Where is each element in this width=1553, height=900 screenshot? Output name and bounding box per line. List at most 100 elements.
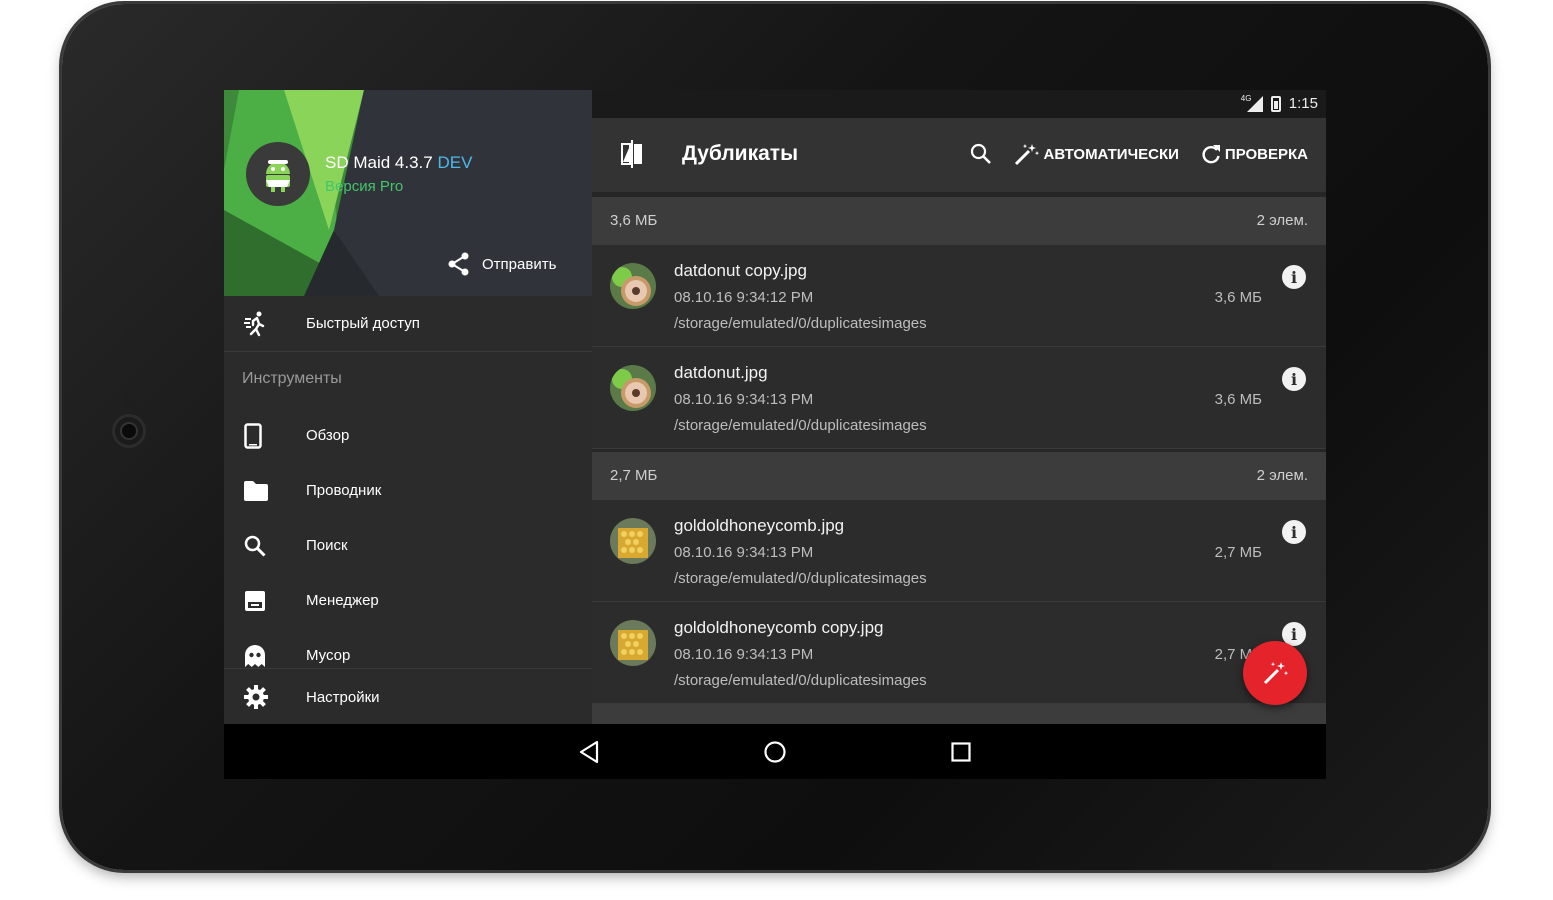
duplicate-file-row[interactable]: goldoldhoneycomb.jpg 08.10.16 9:34:13 PM… [592, 500, 1326, 602]
duplicate-file-row[interactable]: datdonut.jpg 08.10.16 9:34:13 PM /storag… [592, 347, 1326, 449]
file-size: 3,6 МБ [1214, 391, 1262, 408]
group-count: 2 элем. [1256, 467, 1308, 484]
back-button[interactable] [575, 738, 603, 766]
drawer-item-label: Поиск [306, 537, 348, 554]
quick-access-item[interactable]: Быстрый доступ [224, 296, 592, 352]
status-bar: 4G 1:15 [592, 90, 1326, 118]
file-date: 08.10.16 9:34:13 PM [674, 646, 814, 663]
tools-list: Обзор Проводник Поиск Менеджер Мусор [224, 408, 592, 683]
file-name: goldoldhoneycomb copy.jpg [674, 618, 884, 637]
duplicates-tool-button[interactable] [620, 140, 644, 173]
quick-access-label: Быстрый доступ [306, 315, 420, 332]
magic-wand-icon [1263, 662, 1289, 685]
gear-icon [244, 685, 268, 709]
duplicates-icon [621, 140, 642, 168]
running-man-icon [244, 311, 265, 336]
android-maid-icon [266, 160, 290, 192]
back-triangle-icon [579, 740, 599, 764]
donut-thumbnail-image [610, 365, 656, 411]
folder-icon [244, 480, 268, 501]
drawer-item-label: Проводник [306, 482, 382, 499]
drawer-item-search[interactable]: Поиск [224, 518, 592, 573]
info-icon: i [1290, 267, 1298, 287]
front-camera [112, 414, 146, 448]
magic-wand-icon [1014, 144, 1039, 166]
file-thumbnail [610, 518, 656, 564]
honeycomb-thumbnail-image [610, 620, 656, 666]
file-date: 08.10.16 9:34:13 PM [674, 544, 814, 561]
home-button[interactable] [761, 738, 789, 766]
system-navigation-bar [224, 724, 1326, 779]
duplicates-screen: Дубликаты АВТОМАТИЧЕСКИ ПРОВЕРКА 3,6 МБ … [592, 118, 1326, 724]
tools-section-label: Инструменты [242, 370, 342, 387]
recents-button[interactable] [947, 738, 975, 766]
drawer-item-overview[interactable]: Обзор [224, 408, 592, 463]
drawer-item-explorer[interactable]: Проводник [224, 463, 592, 518]
group-count: 2 элем. [1256, 212, 1308, 229]
check-button[interactable]: ПРОВЕРКА [1201, 144, 1308, 164]
proximity-sensor [122, 393, 136, 407]
duplicate-group-header: 3,6 МБ 2 элем. [592, 197, 1326, 245]
pro-version-label: Версия Pro [325, 178, 404, 195]
honeycomb-thumbnail-image [610, 518, 656, 564]
file-size: 2,7 МБ [1214, 544, 1262, 561]
file-date: 08.10.16 9:34:12 PM [674, 289, 814, 306]
file-thumbnail [610, 263, 656, 309]
page-title: Дубликаты [682, 142, 799, 165]
file-thumbnail [610, 620, 656, 666]
info-icon: i [1290, 522, 1298, 542]
file-path: /storage/emulated/0/duplicatesimages [674, 417, 927, 434]
drawer-item-settings[interactable]: Настройки [224, 668, 592, 724]
file-name: goldoldhoneycomb.jpg [674, 516, 845, 535]
share-button[interactable]: Отправить [448, 252, 556, 276]
auto-select-label: АВТОМАТИЧЕСКИ [1043, 145, 1179, 163]
search-icon [970, 143, 991, 164]
drawer-item-label: Менеджер [306, 592, 379, 609]
group-size: 2,7 МБ [610, 467, 658, 484]
duplicate-group-header: 2,7 МБ 2 элем. [592, 452, 1326, 500]
app-manager-icon [245, 590, 265, 611]
battery-icon [1270, 95, 1281, 112]
duplicate-file-row[interactable]: goldoldhoneycomb copy.jpg 08.10.16 9:34:… [592, 602, 1326, 704]
file-name: datdonut.jpg [674, 363, 768, 382]
search-button[interactable] [970, 143, 992, 165]
check-label: ПРОВЕРКА [1224, 145, 1308, 163]
device-screen: SD Maid 4.3.7 DEV Версия Pro Отправить Б… [224, 90, 1326, 779]
info-button[interactable]: i [1282, 265, 1306, 289]
toolbar: Дубликаты АВТОМАТИЧЕСКИ ПРОВЕРКА [592, 118, 1326, 192]
search-icon [244, 535, 266, 557]
info-icon: i [1290, 624, 1298, 644]
refresh-icon [1202, 145, 1220, 164]
ghost-icon [245, 644, 265, 667]
share-label: Отправить [482, 255, 557, 273]
drawer-item-label: Мусор [306, 647, 351, 664]
drawer-item-label: Обзор [306, 427, 350, 444]
cell-signal-icon: 4G [1241, 94, 1263, 112]
group-size: 3,6 МБ [610, 212, 658, 229]
info-button[interactable]: i [1282, 520, 1306, 544]
phone-icon [244, 422, 262, 449]
info-button[interactable]: i [1282, 367, 1306, 391]
file-path: /storage/emulated/0/duplicatesimages [674, 672, 927, 689]
duplicate-file-row[interactable]: datdonut copy.jpg 08.10.16 9:34:12 PM /s… [592, 245, 1326, 347]
file-thumbnail [610, 365, 656, 411]
drawer-item-manager[interactable]: Менеджер [224, 573, 592, 628]
recents-square-icon [951, 742, 971, 762]
file-path: /storage/emulated/0/duplicatesimages [674, 570, 927, 587]
settings-label: Настройки [306, 688, 380, 706]
donut-thumbnail-image [610, 263, 656, 309]
navigation-drawer: SD Maid 4.3.7 DEV Версия Pro Отправить Б… [224, 90, 592, 724]
file-date: 08.10.16 9:34:13 PM [674, 391, 814, 408]
file-name: datdonut copy.jpg [674, 261, 807, 280]
next-group-header-partial [592, 704, 1326, 724]
auto-clean-fab[interactable] [1243, 641, 1307, 705]
app-name-text: SD Maid 4.3.7 [325, 153, 433, 172]
clock: 1:15 [1288, 95, 1318, 112]
app-logo [246, 142, 310, 206]
info-icon: i [1290, 369, 1298, 389]
file-path: /storage/emulated/0/duplicatesimages [674, 315, 927, 332]
home-circle-icon [764, 741, 786, 763]
auto-select-button[interactable]: АВТОМАТИЧЕСКИ [1014, 142, 1179, 166]
drawer-header: SD Maid 4.3.7 DEV Версия Pro Отправить [224, 90, 592, 296]
dev-badge: DEV [437, 153, 473, 172]
